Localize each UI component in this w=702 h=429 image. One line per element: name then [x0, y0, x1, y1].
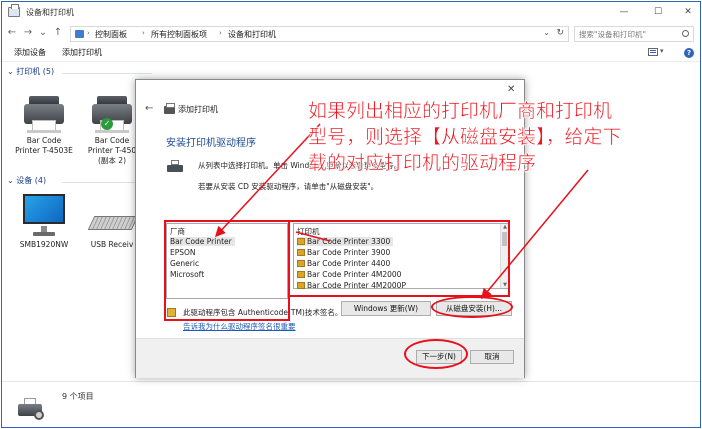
have-disk-highlight-oval	[431, 296, 513, 318]
command-bar: 添加设备 添加打印机 ▾ ?	[2, 44, 700, 62]
up-arrow-icon[interactable]: ↑	[52, 27, 64, 38]
printer-item[interactable]: Bar Code Printer T-4503E	[12, 90, 76, 156]
printers-group-label: 打印机 (5)	[16, 67, 55, 76]
navigation-bar: ← → ⌄ ↑ › 控制面板 › 所有控制面板项 › 设备和打印机 ⌄ ↻ 搜索…	[2, 24, 700, 44]
minimize-button[interactable]: —	[614, 5, 634, 20]
collapse-chevron-icon[interactable]: ⌄	[7, 67, 14, 76]
search-placeholder: 搜索"设备和打印机"	[579, 30, 646, 39]
windows-update-button[interactable]: Windows 更新(W)	[341, 301, 431, 316]
view-dropdown-icon[interactable]: ▾	[660, 47, 664, 55]
next-highlight-oval	[404, 339, 468, 369]
breadcrumb-separator: ›	[87, 29, 90, 37]
title-bar: 设备和打印机 — ☐ ✕	[2, 2, 700, 24]
breadcrumb-separator: ›	[142, 29, 145, 37]
group-divider	[62, 73, 152, 74]
refresh-icon[interactable]: ↻	[556, 28, 564, 38]
devices-group-header[interactable]: ⌄ 设备 (4)	[7, 175, 46, 186]
dialog-title: 添加打印机	[178, 105, 218, 114]
model-highlight-box	[288, 220, 510, 297]
help-icon[interactable]: ?	[684, 48, 694, 58]
monitor-icon	[21, 192, 67, 238]
default-printer-check-icon: ✓	[101, 118, 113, 130]
close-button[interactable]: ✕	[678, 5, 698, 20]
collapse-chevron-icon[interactable]: ⌄	[7, 176, 14, 185]
change-view-icon[interactable]	[648, 48, 658, 56]
printer-camera-icon	[18, 398, 44, 420]
maximize-button[interactable]: ☐	[648, 5, 668, 20]
dialog-back-arrow-icon[interactable]: ←	[145, 103, 153, 114]
dialog-heading: 安装打印机驱动程序	[166, 138, 256, 149]
back-arrow-icon[interactable]: ←	[6, 27, 18, 38]
address-dropdown-icon[interactable]: ⌄	[543, 28, 550, 37]
breadcrumb-all-items[interactable]: 所有控制面板项	[151, 29, 207, 40]
annotation-callout-text: 如果列出相应的打印机厂商和打印机型号，则选择【从磁盘安装】，给定下载的对应打印机…	[308, 100, 622, 175]
instruction-text-disk: 若要从安装 CD 安装驱动程序，请单击"从磁盘安装"。	[198, 182, 379, 191]
cancel-button[interactable]: 取消	[470, 350, 514, 364]
driver-signing-link[interactable]: 告诉我为什么驱动程序签名很重要	[183, 321, 296, 332]
manufacturer-highlight-box	[164, 220, 290, 321]
control-panel-icon	[75, 30, 84, 38]
printers-group-header[interactable]: ⌄ 打印机 (5)	[7, 66, 54, 77]
devices-group-label: 设备 (4)	[16, 176, 47, 185]
devices-printers-app-icon	[8, 4, 20, 17]
recent-locations-icon[interactable]: ⌄	[37, 27, 49, 38]
breadcrumb-devices-printers[interactable]: 设备和打印机	[228, 29, 276, 40]
device-label: SMB1920NW	[19, 240, 69, 249]
breadcrumb-control-panel[interactable]: 控制面板	[95, 29, 127, 40]
printer-icon	[21, 90, 67, 134]
status-bar: 9 个项目	[2, 381, 700, 427]
keyboard-icon	[87, 192, 139, 238]
add-printer-button[interactable]: 添加打印机	[62, 47, 102, 58]
address-bar[interactable]: › 控制面板 › 所有控制面板项 › 设备和打印机 ⌄ ↻	[70, 26, 569, 42]
breadcrumb-separator: ›	[219, 29, 222, 37]
dialog-close-button[interactable]: ✕	[507, 84, 515, 95]
item-count: 9 个项目	[62, 392, 94, 401]
printer-wizard-icon	[164, 103, 175, 114]
search-input[interactable]: 搜索"设备和打印机"	[574, 26, 694, 42]
window-title: 设备和打印机	[26, 8, 74, 17]
add-device-button[interactable]: 添加设备	[14, 47, 46, 58]
printer-driver-icon	[167, 160, 184, 174]
forward-arrow-icon[interactable]: →	[22, 27, 34, 38]
device-item[interactable]: SMB1920NW	[12, 192, 76, 250]
printer-icon: ✓	[89, 90, 135, 134]
printer-label: Bar Code Printer T-4503E	[15, 136, 73, 155]
search-icon	[682, 30, 689, 37]
